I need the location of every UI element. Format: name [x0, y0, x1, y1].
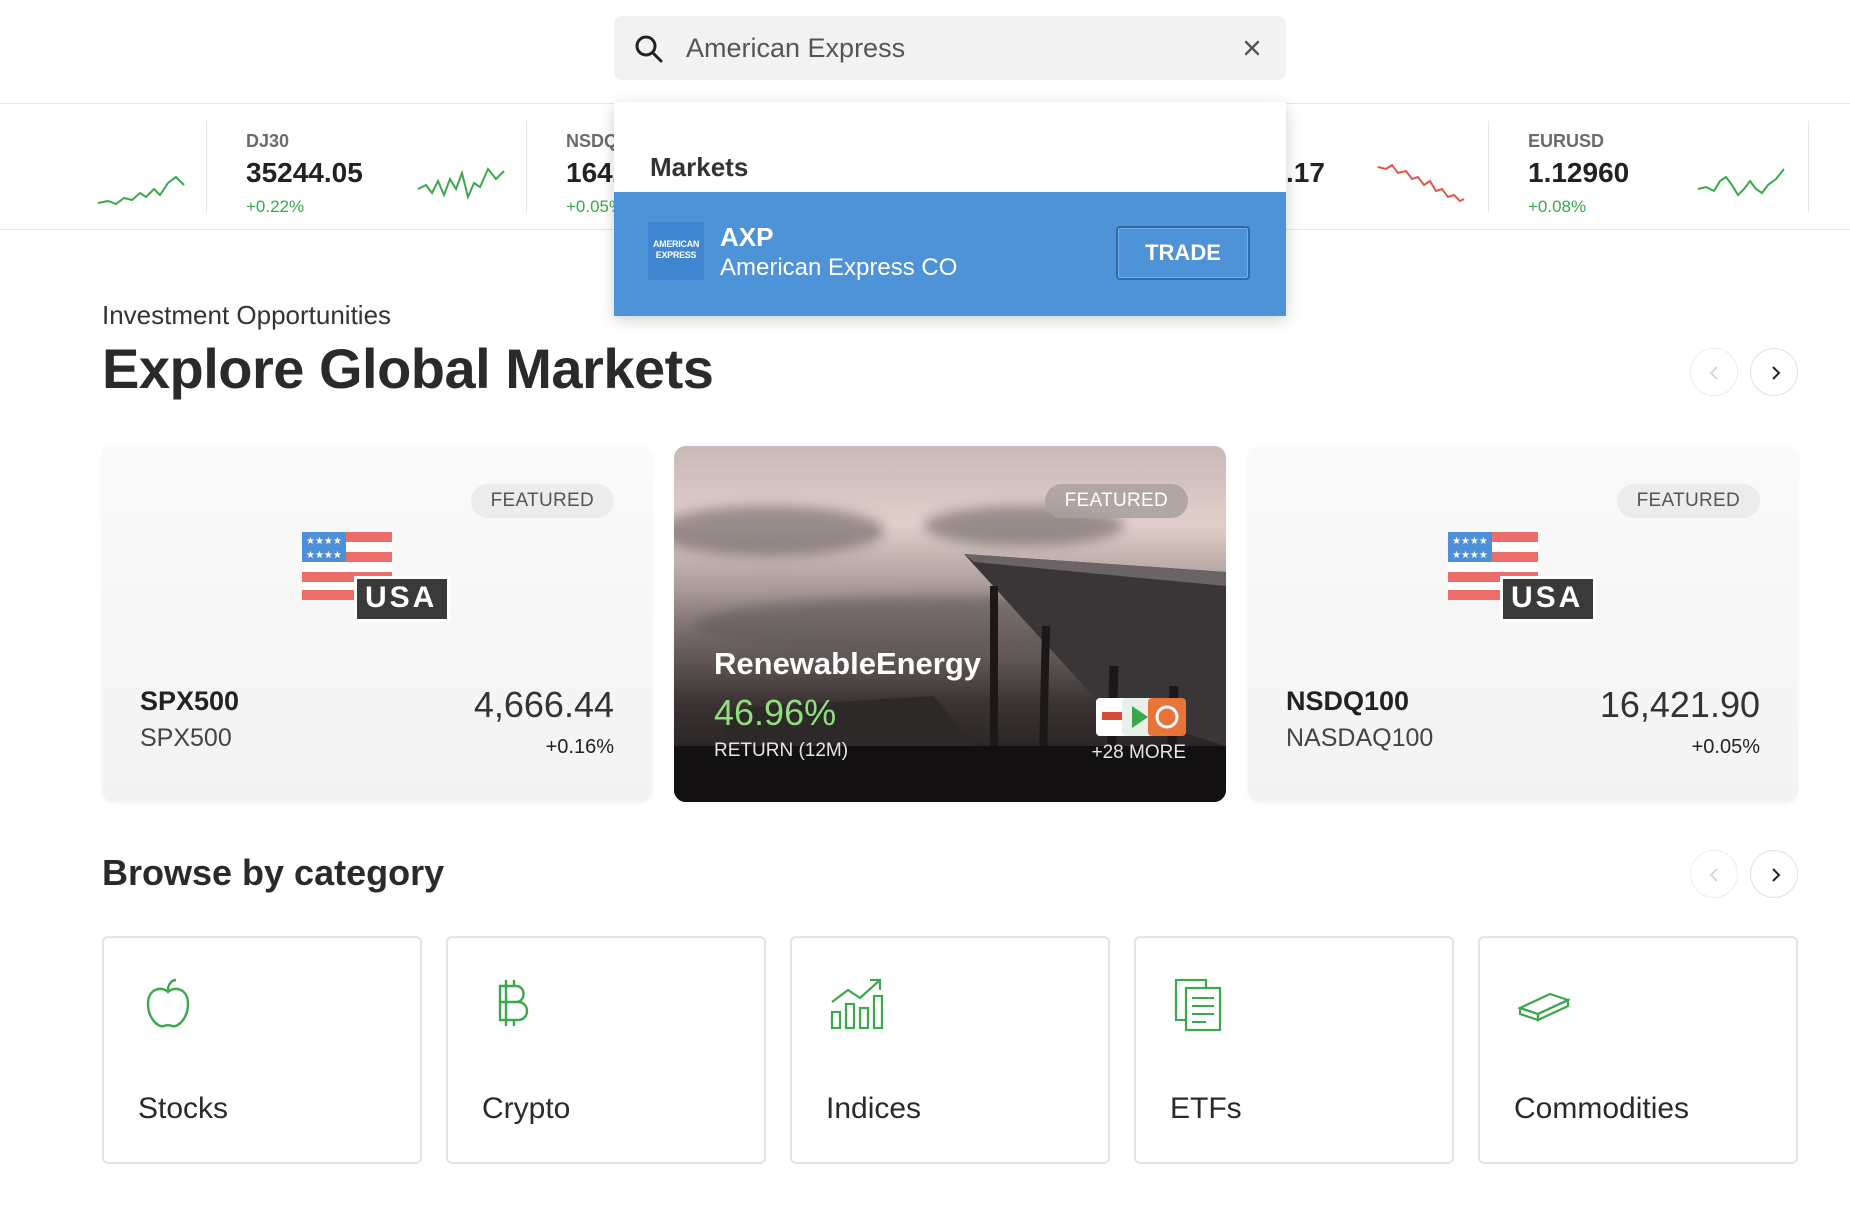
chart-growth-icon [830, 978, 884, 1030]
featured-badge: FEATURED [470, 484, 614, 518]
category-prev-button[interactable] [1690, 850, 1738, 898]
search-result-item[interactable]: AMERICAN EXPRESS AXP American Express CO… [614, 192, 1286, 316]
ticker-divider [526, 121, 527, 213]
card-symbol: NSDQ100 [1286, 686, 1410, 716]
result-name: American Express CO [720, 254, 958, 281]
ticker-value: 35244.05 [246, 157, 363, 188]
ticker-divider [1808, 121, 1809, 213]
return-label: RETURN (12M) [714, 740, 849, 761]
apple-icon [146, 978, 190, 1028]
ticker-value: 1.12960 [1528, 157, 1630, 188]
search-input[interactable] [686, 28, 1206, 68]
ticker-change: +0.22% [246, 197, 305, 216]
results-section-title: Markets [650, 152, 749, 182]
svg-text:★★★★: ★★★★ [1452, 550, 1488, 561]
sparkline-chart [97, 175, 185, 206]
featured-badge: FEATURED [1044, 484, 1188, 518]
card-name: NASDAQ100 [1286, 724, 1434, 752]
gold-bar-icon [1517, 992, 1571, 1022]
card-name: SPX500 [140, 724, 232, 752]
card-price: 16,421.90 [1599, 684, 1760, 725]
chevron-left-icon [1709, 366, 1718, 380]
featured-badge: FEATURED [1616, 484, 1760, 518]
trade-button[interactable]: TRADE [1116, 226, 1250, 280]
category-label: ETFs [1170, 1092, 1242, 1125]
svg-text:★★★★: ★★★★ [306, 536, 342, 547]
ticker-divider [206, 121, 207, 213]
market-card-renewable-energy[interactable]: FEATURED RenewableEnergy 46.96% RETURN (… [674, 446, 1226, 802]
company-logo: AMERICAN EXPRESS [648, 222, 704, 280]
ticker-value: 16421.90 [566, 157, 616, 188]
svg-text:★★★★: ★★★★ [306, 550, 342, 561]
result-symbol: AXP [720, 222, 774, 252]
carousel-prev-button[interactable] [1690, 348, 1738, 396]
category-label: Commodities [1514, 1092, 1690, 1125]
category-next-button[interactable] [1750, 850, 1798, 898]
more-holdings-label: +28 MORE [1091, 742, 1186, 763]
sparkline-chart [1697, 168, 1785, 197]
ticker-name: EURUSD [1528, 131, 1605, 151]
portfolio-title: RenewableEnergy [714, 646, 982, 681]
ticker-name: DJ30 [246, 131, 290, 151]
ticker-value: .17 [1286, 157, 1325, 188]
section-subtitle: Investment Opportunities [102, 300, 392, 330]
category-label: Crypto [482, 1092, 571, 1125]
ticker-item-dj30[interactable]: DJ30 35244.05 +0.22% [246, 123, 516, 216]
search-box[interactable] [614, 16, 1286, 80]
category-crypto[interactable]: Crypto [446, 936, 766, 1164]
ticker-name: NSDQ100 [566, 131, 616, 151]
category-label: Stocks [138, 1092, 229, 1125]
carousel-next-button[interactable] [1750, 348, 1798, 396]
card-change: +0.16% [545, 736, 614, 758]
flag-label: USA [1511, 581, 1584, 614]
category-indices[interactable]: Indices [790, 936, 1110, 1164]
page-title: Explore Global Markets [102, 337, 714, 400]
sparkline-chart [417, 167, 505, 201]
category-label: Indices [826, 1092, 922, 1125]
card-symbol: SPX500 [140, 686, 240, 716]
close-icon[interactable] [1240, 36, 1264, 60]
market-card-nsdq100[interactable]: FEATURED ★★★★ ★★★★ USA NSDQ100 NASDAQ100… [1248, 446, 1798, 802]
search-results-dropdown: Markets AMERICAN EXPRESS AXP American Ex… [614, 102, 1286, 316]
sparkline-chart [1377, 163, 1465, 203]
section-title: Browse by category [102, 852, 445, 893]
ticker-item-nsdq[interactable]: NSDQ100 16421.90 +0.05% [566, 123, 616, 215]
ticker-change: +0.08% [1528, 197, 1587, 216]
card-price: 4,666.44 [473, 684, 614, 725]
category-commodities[interactable]: Commodities [1478, 936, 1798, 1164]
documents-icon [1174, 978, 1222, 1032]
ticker-change: +0.05% [566, 197, 616, 215]
flag-label: USA [365, 581, 438, 614]
portfolio-return: 46.96% [714, 692, 837, 733]
chevron-left-icon [1709, 868, 1718, 882]
ticker-divider [1488, 121, 1489, 213]
category-etfs[interactable]: ETFs [1134, 936, 1454, 1164]
ticker-item-eurusd[interactable]: EURUSD 1.12960 +0.08% [1528, 123, 1798, 216]
market-card-spx500[interactable]: FEATURED ★★★★ ★★★★ USA SPX500 SPX500 4,6… [102, 446, 652, 802]
svg-text:★★★★: ★★★★ [1452, 536, 1488, 547]
bitcoin-icon [498, 980, 529, 1026]
card-change: +0.05% [1691, 736, 1760, 758]
chevron-right-icon [1772, 868, 1781, 882]
top-bar [0, 0, 1850, 104]
category-stocks[interactable]: Stocks [102, 936, 422, 1164]
search-icon [635, 35, 663, 63]
chevron-right-icon [1772, 366, 1781, 380]
holdings-logos-icon [1096, 698, 1186, 736]
